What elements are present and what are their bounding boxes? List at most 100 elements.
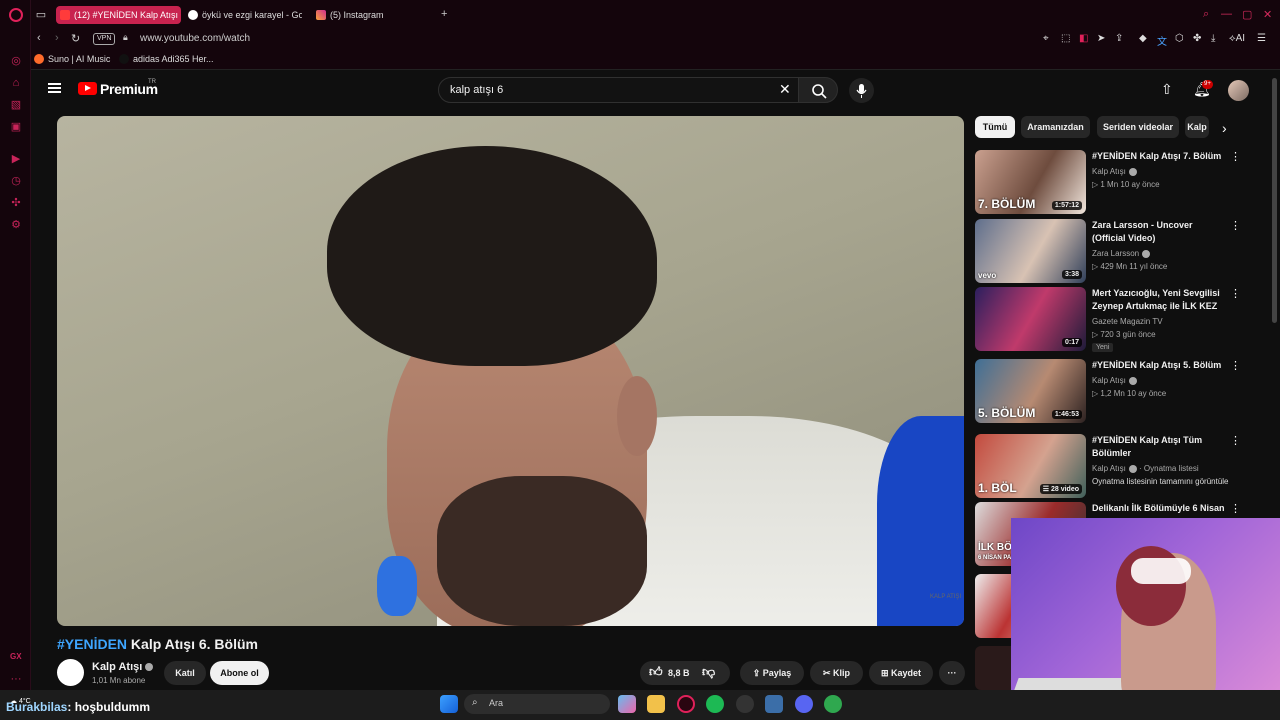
obs-icon[interactable] [736,695,754,713]
save-button[interactable]: ⊞ Kaydet [869,661,933,685]
search-tabs-icon[interactable]: ⌕ [1203,8,1209,21]
chip-from-search[interactable]: Aramanızdan [1021,116,1090,138]
more-options-icon[interactable]: ⋮ [1230,219,1241,232]
recommendation-item[interactable]: 0:17 Mert Yazıcıoğlu, Yeni Sevgilisi Zey… [975,287,1265,352]
tab-instagram[interactable]: (5) Instagram [312,6,422,24]
steam-icon[interactable] [765,695,783,713]
opera-logo-icon[interactable] [9,8,23,22]
url-field[interactable]: www.youtube.com/watch [140,33,250,44]
more-options-icon[interactable]: ⋮ [1230,150,1241,163]
channel-name[interactable]: Kalp Atışı [92,661,154,673]
menu-icon[interactable] [48,83,61,93]
chip-kalp[interactable]: Kalp [1185,116,1209,138]
more-actions-button[interactable]: ··· [939,661,965,685]
translate-icon[interactable]: 文 [1157,33,1167,48]
gx-corner-icon[interactable]: ▧ [9,98,23,112]
thumbnail[interactable]: vevo 3:38 [975,219,1086,283]
maximize-icon[interactable]: ▢ [1242,8,1252,21]
thumbnail[interactable]: 7. BÖLÜM 1:57:12 [975,150,1086,214]
settings-icon[interactable]: ⚙ [9,218,23,232]
like-count[interactable]: 8,8 B [668,661,690,685]
recommendation-title[interactable]: Delikanlı İlk Bölümüyle 6 Nisan [1092,502,1227,515]
thumbnail[interactable]: 5. BÖLÜM 1:46:53 [975,359,1086,423]
gx-control-icon[interactable]: ⌂ [9,76,23,90]
subscribe-button[interactable]: Abone ol [210,661,269,685]
recommendation-title[interactable]: Zara Larsson - Uncover (Official Video) [1092,219,1227,245]
forward-icon[interactable]: › [55,32,59,44]
new-tab-icon[interactable]: + [441,8,447,20]
opera-gx-taskbar-icon[interactable] [677,695,695,713]
share-button[interactable]: ⇪ Paylaş [740,661,804,685]
youtube-logo-icon[interactable] [78,82,97,95]
account-avatar[interactable] [1228,80,1249,101]
download-icon[interactable]: ⤓ [1211,33,1215,44]
recommendation-channel[interactable]: Gazete Magazin TV [1092,316,1163,328]
clear-search-icon[interactable]: ✕ [779,81,791,98]
send-icon[interactable]: ➤ [1097,33,1105,44]
puzzle-icon[interactable]: ✤ [1193,33,1201,44]
search-box[interactable]: kalp atışı 6 ✕ [438,77,803,103]
tab-google[interactable]: öykü ve ezgi karayel - Goo [184,6,302,24]
channel-avatar[interactable] [57,659,84,686]
more-options-icon[interactable]: ⋮ [1230,287,1241,300]
aria-ai-icon[interactable]: ⟡AI [1229,33,1245,44]
snapshot-icon[interactable]: ⬚ [1061,33,1070,44]
dislike-icon[interactable]: 👎︎ [702,660,715,684]
pin-icon[interactable]: ⌖ [1043,33,1049,44]
recommendation-channel[interactable]: Kalp Atışı · Oynatma listesi [1092,463,1199,475]
recommendation-item[interactable]: vevo 3:38 Zara Larsson - Uncover (Offici… [975,219,1265,283]
pocket-icon[interactable]: ◧ [1079,33,1088,44]
clip-button[interactable]: ✂ Klip [810,661,863,685]
copilot-icon[interactable] [618,695,636,713]
lock-icon[interactable]: 🔒︎ [123,32,128,43]
more-options-icon[interactable]: ⋮ [1230,434,1241,447]
bookmark-adidas[interactable]: adidas Adi365 Her... [119,54,214,64]
close-window-icon[interactable]: ✕ [1263,8,1272,21]
video-player[interactable]: KALP ATIŞI [57,116,964,626]
page-scrollbar[interactable] [1272,78,1277,323]
xbox-icon[interactable] [824,695,842,713]
recommendation-item[interactable]: 7. BÖLÜM 1:57:12 #YENİDEN Kalp Atışı 7. … [975,150,1265,214]
recommendation-channel[interactable]: Kalp Atışı [1092,375,1137,387]
tab-youtube[interactable]: (12) #YENİDEN Kalp Atışı 6 [56,6,181,24]
messenger-icon[interactable]: ▣ [9,120,23,134]
extension-a-icon[interactable]: ◆ [1139,33,1147,44]
upload-icon[interactable]: ⇧ [1161,81,1173,98]
easy-setup-icon[interactable]: ☰ [1257,33,1266,44]
reload-icon[interactable]: ↻ [71,32,80,45]
back-icon[interactable]: ‹ [37,32,41,44]
recommendation-title[interactable]: Mert Yazıcıoğlu, Yeni Sevgilisi Zeynep A… [1092,287,1227,314]
recommendation-title[interactable]: #YENİDEN Kalp Atışı Tüm Bölümler [1092,434,1227,460]
like-icon[interactable]: 👍︎ [649,660,663,684]
vpn-badge[interactable]: VPN [93,33,116,45]
workspace-icon[interactable]: ▭ [34,8,48,22]
recommendation-channel[interactable]: Kalp Atışı [1092,166,1137,178]
title-hashtag-link[interactable]: #YENİDEN [57,636,127,652]
extensions-icon[interactable]: ✣ [9,196,23,210]
discord-icon[interactable] [795,695,813,713]
recommendation-channel[interactable]: Zara Larsson [1092,248,1151,260]
chip-all[interactable]: Tümü [975,116,1015,138]
minimize-icon[interactable]: — [1221,8,1232,20]
taskbar-search[interactable]: ⌕ Ara [464,694,610,714]
recommendation-title[interactable]: #YENİDEN Kalp Atışı 7. Bölüm [1092,150,1227,163]
extension-b-icon[interactable]: ⬡ [1175,33,1184,44]
recommendation-title[interactable]: #YENİDEN Kalp Atışı 5. Bölüm [1092,359,1227,372]
recommendation-item[interactable]: 5. BÖLÜM 1:46:53 #YENİDEN Kalp Atışı 5. … [975,359,1265,423]
file-explorer-icon[interactable] [647,695,665,713]
spotify-icon[interactable] [706,695,724,713]
recommendation-playlist-item[interactable]: 1. BÖL ☰ 28 video #YENİDEN Kalp Atışı Tü… [975,434,1265,498]
chips-next-icon[interactable]: › [1222,120,1227,136]
thumbnail[interactable]: 1. BÖL ☰ 28 video [975,434,1086,498]
aria-icon[interactable]: ◎ [9,54,23,68]
join-button[interactable]: Katıl [164,661,206,685]
windows-start-icon[interactable] [440,695,458,713]
search-button[interactable] [798,77,838,103]
history-icon[interactable]: ◷ [9,174,23,188]
voice-search-button[interactable] [849,78,874,103]
search-input[interactable]: kalp atışı 6 [450,84,503,96]
bookmark-suno[interactable]: Suno | AI Music [34,54,110,64]
more-options-icon[interactable]: ⋮ [1230,502,1241,515]
view-full-playlist-link[interactable]: Oynatma listesinin tamamını görüntüle [1092,476,1229,488]
thumbnail[interactable]: 0:17 [975,287,1086,351]
